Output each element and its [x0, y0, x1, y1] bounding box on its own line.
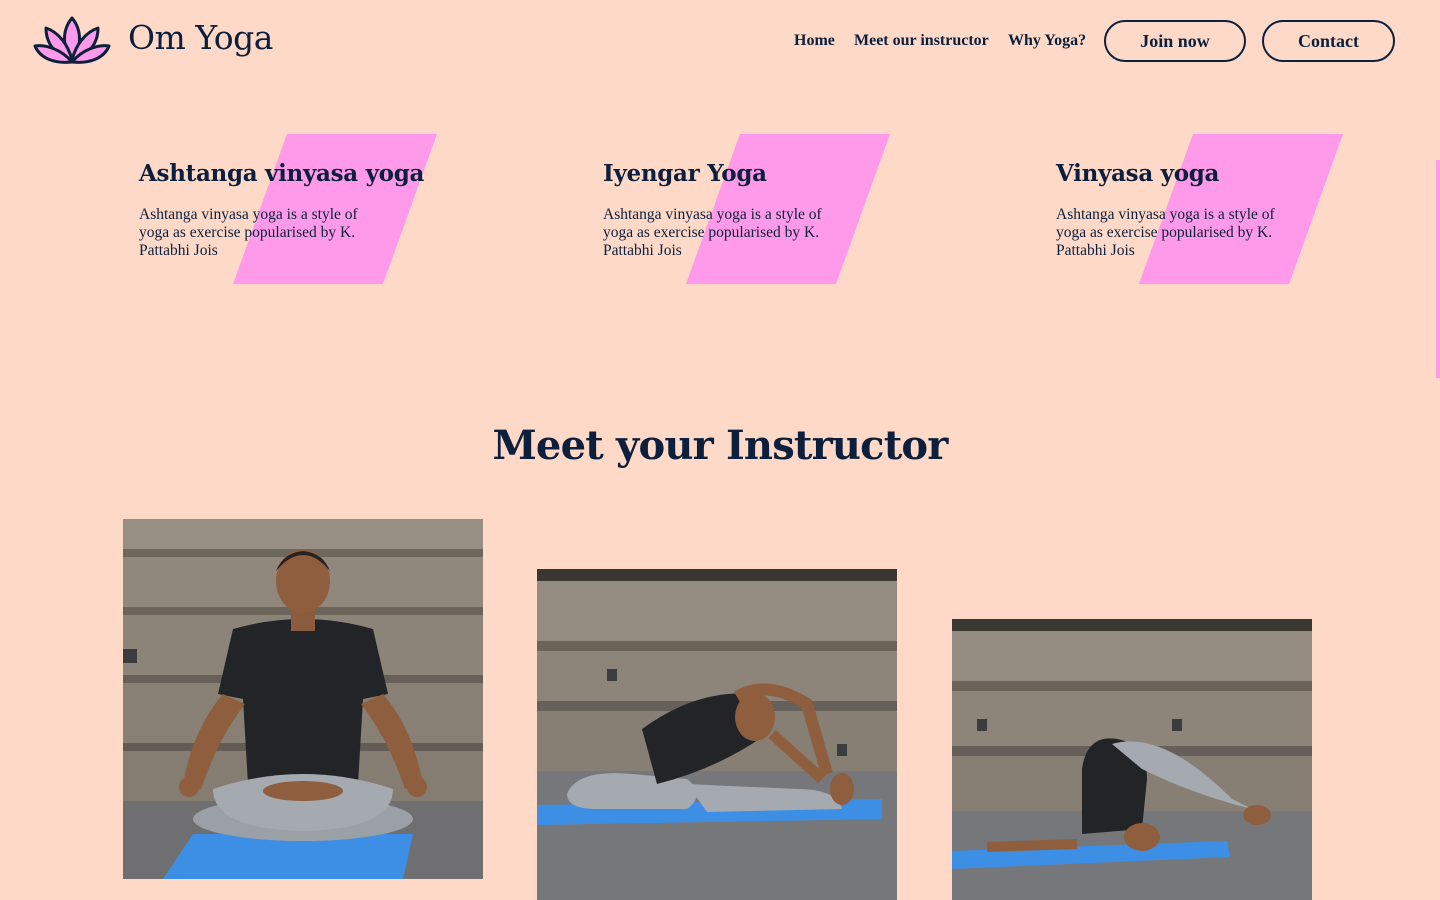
style-card-title: Ashtanga vinyasa yoga	[139, 160, 425, 187]
scrollbar-thumb[interactable]	[1436, 160, 1440, 378]
lotus-icon[interactable]	[32, 14, 112, 68]
site-header: Om Yoga Home Meet our instructor Why Yog…	[0, 0, 1440, 84]
style-card-iyengar: Iyengar Yoga Ashtanga vinyasa yoga is a …	[603, 134, 923, 284]
style-card-ashtanga: Ashtanga vinyasa yoga Ashtanga vinyasa y…	[139, 134, 459, 284]
nav-why-yoga[interactable]: Why Yoga?	[1008, 32, 1086, 50]
nav-home[interactable]: Home	[794, 32, 835, 50]
join-now-button[interactable]: Join now	[1104, 20, 1246, 62]
style-card-text: Ashtanga vinyasa yoga is a style of yoga…	[603, 206, 822, 259]
brand-name[interactable]: Om Yoga	[128, 18, 273, 57]
instructor-photo-meditation	[123, 519, 483, 879]
instructor-photo-side-stretch	[537, 569, 897, 900]
style-card-text: Ashtanga vinyasa yoga is a style of yoga…	[139, 206, 358, 259]
style-card-title: Vinyasa yoga	[1056, 160, 1220, 187]
style-card-vinyasa: Vinyasa yoga Ashtanga vinyasa yoga is a …	[1056, 134, 1376, 284]
contact-button[interactable]: Contact	[1262, 20, 1395, 62]
nav-meet-instructor[interactable]: Meet our instructor	[854, 32, 989, 50]
style-card-text: Ashtanga vinyasa yoga is a style of yoga…	[1056, 206, 1275, 259]
style-card-title: Iyengar Yoga	[603, 160, 767, 187]
instructor-photo-plough-pose	[952, 619, 1312, 900]
instructor-heading: Meet your Instructor	[492, 422, 948, 469]
